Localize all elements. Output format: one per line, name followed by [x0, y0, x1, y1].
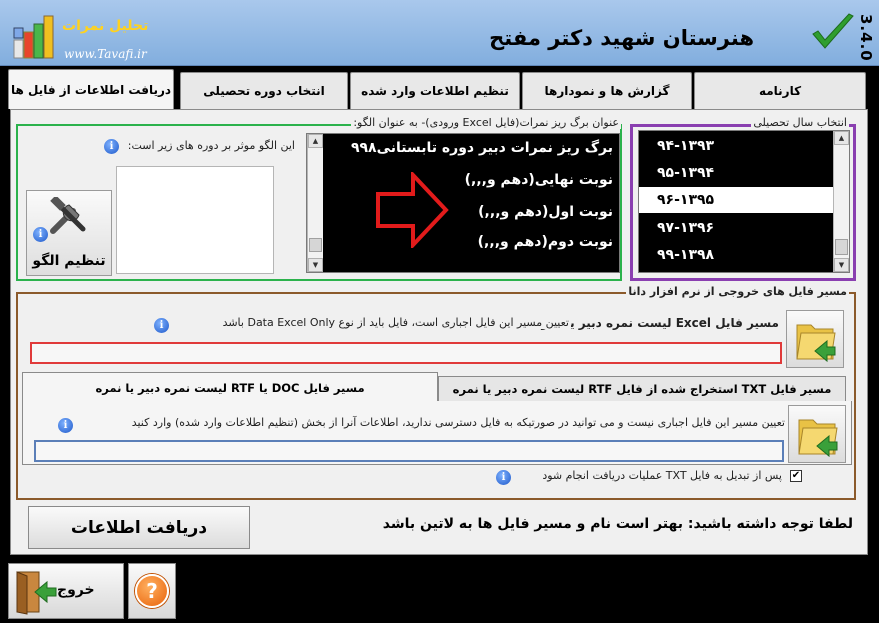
logo-text: تحلیل نمرات — [62, 18, 149, 34]
pattern-line-1: برگ ریز نمرات دبیر دوره تابستانی۹۹۸ — [350, 140, 613, 156]
main-tabs: دریافت اطلاعات از فایل ها انتخاب دوره تح… — [0, 69, 879, 109]
tab-receive-files[interactable]: دریافت اطلاعات از فایل ها — [8, 69, 174, 109]
year-item[interactable]: ۹۷-۱۳۹۶ — [639, 215, 835, 241]
info-icon[interactable]: i — [496, 470, 511, 485]
excel-path-input[interactable] — [30, 342, 782, 364]
info-icon[interactable]: i — [154, 318, 169, 333]
help-button[interactable]: ? — [128, 563, 176, 619]
scroll-up-icon[interactable]: ▲ — [308, 134, 323, 148]
year-listbox[interactable]: ۹۴-۱۳۹۳ ۹۵-۱۳۹۴ ۹۶-۱۳۹۵ ۹۷-۱۳۹۶ ۹۹-۱۳۹۸ … — [638, 130, 850, 273]
help-icon: ? — [135, 574, 169, 608]
year-item[interactable]: ۹۹-۱۳۹۸ — [639, 242, 835, 268]
year-scrollbar[interactable]: ▲ ▼ — [833, 131, 849, 272]
year-item[interactable]: ۹۵-۱۳۹۴ — [639, 160, 835, 186]
pattern-line-4: نوبت دوم(دهم و,,,) — [477, 234, 613, 250]
year-item-selected[interactable]: ۹۶-۱۳۹۵ — [639, 187, 835, 213]
tools-icon — [50, 197, 86, 234]
exit-label: خروج — [57, 582, 95, 598]
convert-checkbox[interactable]: ✔ — [790, 470, 802, 482]
pattern-line-2: نوبت نهایی(دهم و,,,) — [464, 172, 613, 188]
info-icon: i — [33, 227, 48, 242]
pattern-preview: برگ ریز نمرات دبیر دوره تابستانی۹۹۸ نوبت… — [306, 133, 620, 273]
txt-browse-button[interactable] — [788, 405, 846, 463]
excel-path-hint: تعیین مسیر این فایل اجباری است، فایل بای… — [220, 316, 571, 329]
tab-select-period[interactable]: انتخاب دوره تحصیلی — [180, 72, 348, 109]
scroll-down-icon[interactable]: ▼ — [834, 258, 849, 272]
pattern-settings-label: تنظیم الگو — [32, 253, 106, 269]
pattern-group-label: عنوان برگ ریز نمرات(فایل Excel ورودی)- ب… — [351, 116, 621, 129]
checkmark-icon — [812, 13, 854, 49]
info-icon[interactable]: i — [104, 139, 119, 154]
excel-browse-button[interactable] — [786, 310, 844, 368]
tab-adjust-data[interactable]: تنظیم اطلاعات وارد شده — [350, 72, 520, 109]
tab-report-card[interactable]: کارنامه — [694, 72, 866, 109]
subtab-doc-path[interactable]: مسیر فایل DOC یا RTF لیست نمره دبیر یا ن… — [22, 372, 438, 402]
arrow-right-icon — [376, 172, 449, 248]
scroll-down-icon[interactable]: ▼ — [308, 258, 323, 272]
folder-icon — [796, 324, 836, 363]
output-group-label: مسیر فایل های خروجی از نرم افزار دانا — [626, 285, 849, 298]
latin-names-note: لطفا توجه داشته باشید: بهتر است نام و مس… — [382, 516, 853, 532]
logo-url[interactable]: www.Tavafi.ir — [64, 47, 147, 61]
pattern-settings-button[interactable]: i تنظیم الگو — [26, 190, 112, 276]
pattern-scrollbar[interactable]: ▲ ▼ — [307, 134, 323, 272]
year-item[interactable]: ۹۴-۱۳۹۳ — [639, 133, 835, 159]
exit-door-icon — [16, 571, 57, 615]
scroll-up-icon[interactable]: ▲ — [834, 131, 849, 145]
exit-button[interactable]: خروج — [8, 563, 124, 619]
info-icon[interactable]: i — [58, 418, 73, 433]
convert-checkbox-label: پس از تبدیل به فایل TXT عملیات دریافت ان… — [540, 469, 784, 482]
tab-reports-charts[interactable]: گزارش ها و نمودارها — [522, 72, 692, 109]
folder-icon — [798, 419, 838, 458]
scroll-thumb[interactable] — [835, 239, 848, 255]
subtab-txt-path[interactable]: مسیر فایل TXT استخراج شده از فایل RTF لی… — [438, 376, 846, 402]
pattern-line-3: نوبت اول(دهم و,,,) — [478, 204, 613, 220]
logo-icon — [12, 14, 60, 60]
scroll-thumb[interactable] — [309, 238, 322, 252]
txt-path-hint: تعیین مسیر این فایل اجباری نیست و می توا… — [129, 416, 787, 429]
txt-path-input[interactable] — [34, 440, 784, 462]
applies-periods-list[interactable] — [116, 166, 274, 274]
version-label: 3.4.0 — [857, 14, 875, 62]
applies-label: این الگو موثر بر دوره های زیر است: — [125, 139, 297, 152]
year-group-label: انتخاب سال تحصیلی — [751, 116, 849, 129]
receive-data-button[interactable]: دریافت اطلاعات — [28, 506, 250, 549]
app-title: هنرستان شهید دکتر مفتح — [489, 26, 754, 50]
